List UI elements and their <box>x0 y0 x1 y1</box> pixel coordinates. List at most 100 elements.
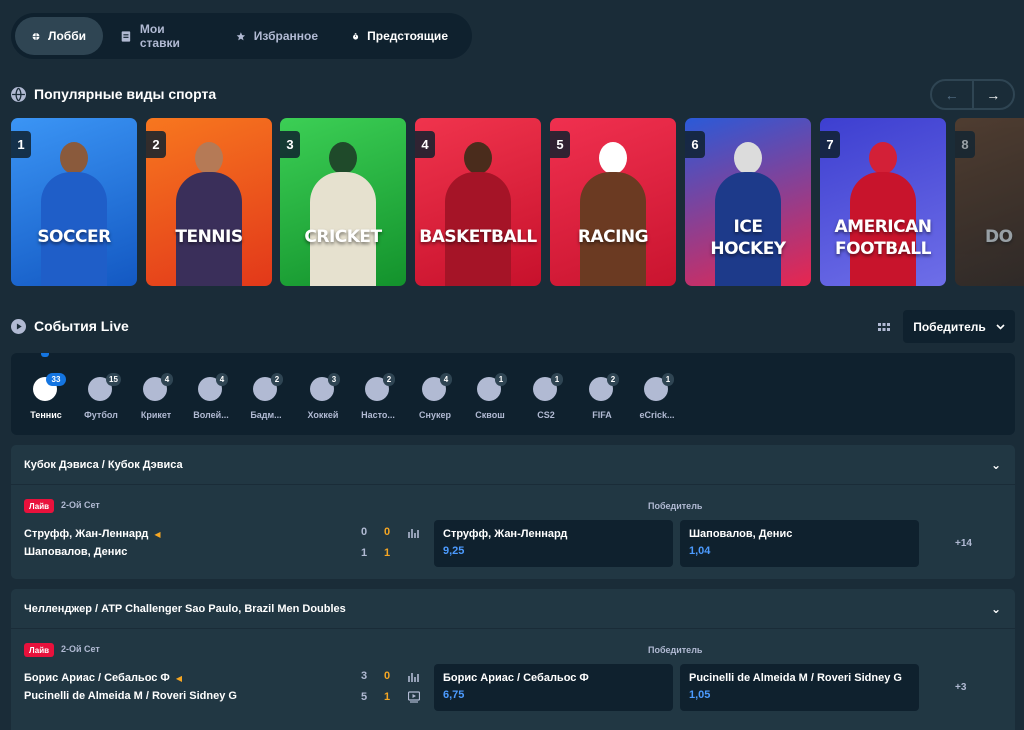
set-label: 2-Ой Сет <box>61 644 100 654</box>
live-stream-icon[interactable] <box>407 691 421 703</box>
tab-label: Предстоящие <box>367 29 448 43</box>
match-group: Кубок Дэвиса / Кубок Дэвиса ⌄ Лайв 2-Ой … <box>11 445 1015 579</box>
stopwatch-icon <box>353 32 359 40</box>
arrow-right-icon: → <box>986 86 1001 103</box>
filter-count: 4 <box>216 373 228 386</box>
live-badge: Лайв <box>24 643 54 657</box>
filter-count: 2 <box>383 373 395 386</box>
card-rank: 5 <box>550 131 570 158</box>
chevron-down-icon[interactable]: ⌄ <box>991 458 1001 472</box>
sports-ball-icon <box>11 86 26 102</box>
sport-card-american-football[interactable]: 7 AMERICAN FOOTBALL <box>820 118 946 286</box>
filter-count: 1 <box>551 373 563 386</box>
filter-count: 1 <box>662 373 674 386</box>
play-icon <box>11 318 26 334</box>
filter-label: Крикет <box>140 410 172 420</box>
filter-count: 2 <box>607 373 619 386</box>
player-1[interactable]: Струфф, Жан-Леннард ◀ <box>24 528 161 540</box>
player-name: Струфф, Жан-Леннард <box>24 528 149 540</box>
filter-label: FIFA <box>592 410 612 420</box>
filter-football[interactable]: 15 Футбол <box>73 373 129 425</box>
league-header[interactable]: Челленджер / ATP Challenger Sao Paulo, B… <box>11 589 1015 629</box>
sport-card-soccer[interactable]: 1 SOCCER <box>11 118 137 286</box>
filter-fifa[interactable]: 2 FIFA <box>574 373 630 425</box>
stats-icon[interactable] <box>408 527 420 539</box>
game-score: 0 <box>384 526 391 538</box>
card-label-line-1: AMERICAN <box>834 217 932 237</box>
card-label-line-1: ICE <box>733 217 763 237</box>
bets-icon <box>121 30 131 42</box>
card-rank: 4 <box>415 131 435 158</box>
filter-ecricket[interactable]: 1 eCrick... <box>629 373 685 425</box>
athlete-image <box>844 136 922 286</box>
filter-label: CS2 <box>537 410 555 420</box>
player-name: Pucinelli de Almeida M / Roveri Sidney G <box>24 690 237 702</box>
filter-snooker[interactable]: 4 Снукер <box>407 373 463 425</box>
market-dropdown[interactable]: Победитель <box>903 310 1015 343</box>
odds-outcome: Шаповалов, Денис <box>689 528 793 540</box>
grid-icon <box>878 323 890 331</box>
filter-label: Снукер <box>419 410 451 420</box>
more-markets-link[interactable]: +3 <box>955 682 966 693</box>
athlete-image <box>574 136 652 286</box>
athlete-image <box>709 136 787 286</box>
tab-my-bets[interactable]: Мои ставки <box>103 17 219 55</box>
athlete-image <box>439 136 517 286</box>
chevron-down-icon[interactable]: ⌄ <box>991 602 1001 616</box>
market-label: Победитель <box>648 501 703 511</box>
game-score: 0 <box>384 670 391 682</box>
filter-count: 4 <box>440 373 452 386</box>
layout-toggle-button[interactable] <box>872 318 896 336</box>
tab-lobby[interactable]: Лобби <box>15 17 103 55</box>
sport-card-ice-hockey[interactable]: 6 ICE HOCKEY <box>685 118 811 286</box>
filter-label: Бадм... <box>250 410 282 420</box>
filter-label: Насто... <box>361 410 395 420</box>
filter-count: 4 <box>161 373 173 386</box>
carousel-prev-button[interactable]: ← <box>932 81 974 108</box>
athlete-image <box>170 136 248 286</box>
odds-value: 9,25 <box>443 545 465 557</box>
tab-upcoming[interactable]: Предстоящие <box>335 17 465 55</box>
odds-button-home[interactable]: Борис Ариас / Себальос Ф 6,75 <box>434 664 673 711</box>
filter-label: eCrick... <box>639 410 675 420</box>
lobby-icon <box>32 32 40 40</box>
tab-favorites[interactable]: Избранное <box>219 17 335 55</box>
odds-value: 1,04 <box>689 545 711 557</box>
game-score: 1 <box>384 547 391 559</box>
stats-icon[interactable] <box>408 671 420 683</box>
odds-button-away[interactable]: Pucinelli de Almeida M / Roveri Sidney G… <box>680 664 919 711</box>
filter-table-tennis[interactable]: 2 Насто... <box>350 373 406 425</box>
odds-outcome: Борис Ариас / Себальос Ф <box>443 672 589 684</box>
sport-card-basketball[interactable]: 4 BASKETBALL <box>415 118 541 286</box>
sport-card-racing[interactable]: 5 RACING <box>550 118 676 286</box>
more-markets-link[interactable]: +14 <box>955 538 972 549</box>
tab-label: Мои ставки <box>139 22 180 50</box>
filter-cricket[interactable]: 4 Крикет <box>128 373 184 425</box>
league-name: Челленджер / ATP Challenger Sao Paulo, B… <box>24 602 346 615</box>
player-2[interactable]: Шаповалов, Денис <box>24 546 127 558</box>
odds-button-home[interactable]: Струфф, Жан-Леннард 9,25 <box>434 520 673 567</box>
player-name: Борис Ариас / Себальос Ф <box>24 672 170 684</box>
card-label: TENNIS <box>175 227 243 247</box>
card-rank: 2 <box>146 131 166 158</box>
filter-volleyball[interactable]: 4 Волей... <box>183 373 239 425</box>
filter-hockey[interactable]: 3 Хоккей <box>295 373 351 425</box>
carousel-next-button[interactable]: → <box>974 81 1014 108</box>
filter-count: 33 <box>46 373 66 386</box>
sport-card-8[interactable]: 8 DO <box>955 118 1024 286</box>
card-rank: 6 <box>685 131 705 158</box>
active-filter-indicator <box>41 353 49 357</box>
set-score: 3 <box>361 670 368 682</box>
filter-cs2[interactable]: 1 CS2 <box>518 373 574 425</box>
set-score: 5 <box>361 691 368 703</box>
sport-card-tennis[interactable]: 2 TENNIS <box>146 118 272 286</box>
odds-button-away[interactable]: Шаповалов, Денис 1,04 <box>680 520 919 567</box>
card-rank: 7 <box>820 131 840 158</box>
filter-badminton[interactable]: 2 Бадм... <box>238 373 294 425</box>
sport-card-cricket[interactable]: 3 CRICKET <box>280 118 406 286</box>
player-2[interactable]: Pucinelli de Almeida M / Roveri Sidney G <box>24 690 237 702</box>
league-header[interactable]: Кубок Дэвиса / Кубок Дэвиса ⌄ <box>11 445 1015 485</box>
filter-squash[interactable]: 1 Сквош <box>462 373 518 425</box>
filter-tennis[interactable]: 33 Теннис <box>18 373 74 425</box>
player-1[interactable]: Борис Ариас / Себальос Ф ◀ <box>24 672 182 684</box>
